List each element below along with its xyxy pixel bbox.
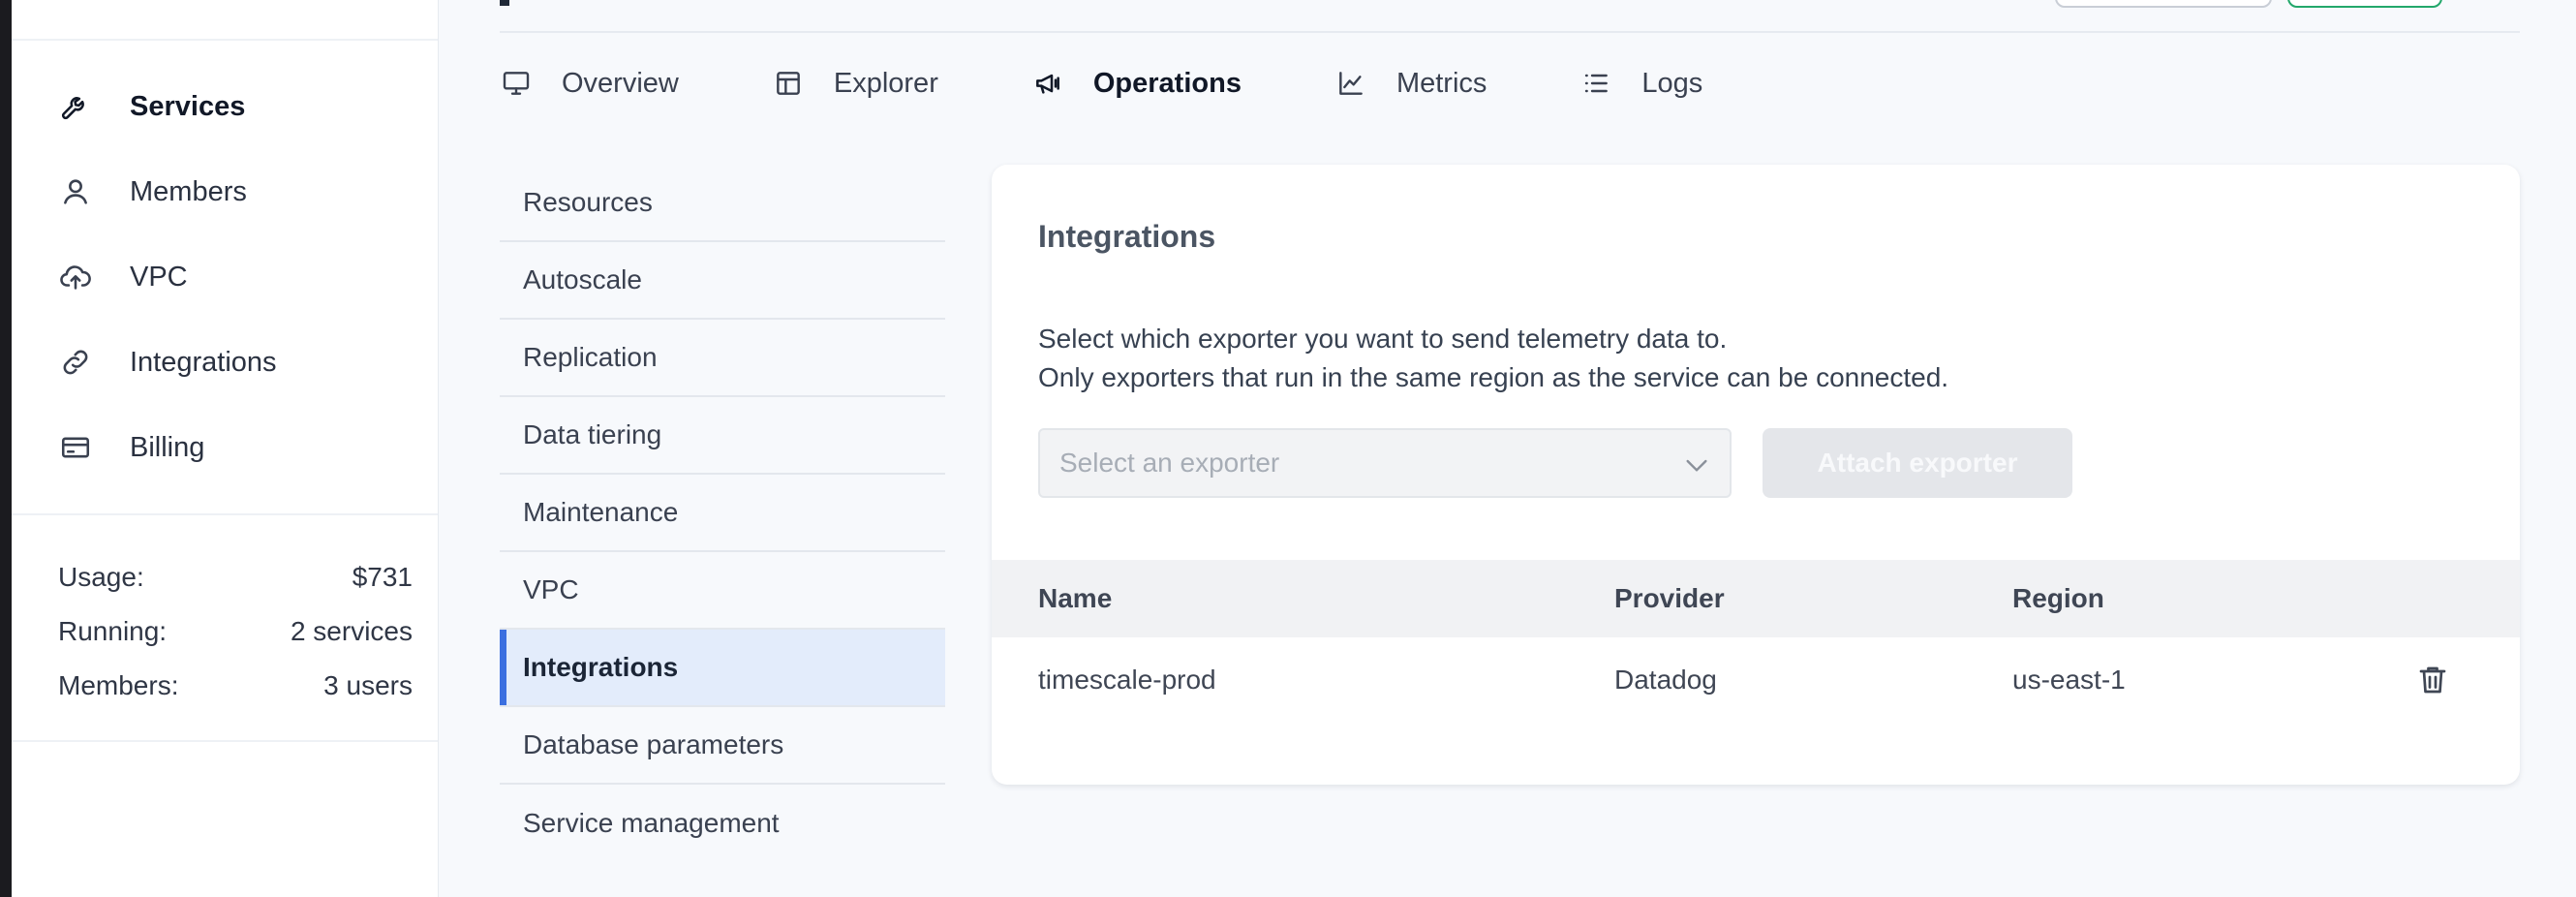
stat-running: Running: 2 services (58, 604, 413, 659)
link-icon (56, 343, 95, 382)
cell-name: timescale-prod (1038, 665, 1216, 695)
stat-label: Usage: (58, 562, 144, 592)
sidebar-item-services[interactable]: Services (12, 64, 438, 149)
sidebar-item-label: Integrations (130, 346, 277, 378)
layout-icon (772, 67, 805, 100)
sidebar-item-label: Services (130, 90, 246, 122)
list-icon (1579, 67, 1612, 100)
sidebar-divider (12, 513, 438, 515)
sidebar-item-billing[interactable]: Billing (12, 405, 438, 490)
cloud-upload-icon (56, 258, 95, 296)
exporter-select-placeholder: Select an exporter (1059, 448, 1280, 478)
exporter-select[interactable]: Select an exporter (1038, 428, 1732, 498)
window-edge (0, 0, 12, 897)
description-line: Select which exporter you want to send t… (1038, 324, 1728, 354)
tab-metrics[interactable]: Metrics (1334, 67, 1487, 100)
monitor-icon (500, 67, 533, 100)
tab-label: Operations (1092, 67, 1242, 99)
stat-members: Members: 3 users (58, 659, 413, 713)
tab-operations[interactable]: Operations (1031, 67, 1242, 100)
chevron-down-icon (1681, 449, 1712, 480)
stat-value: 3 users (323, 670, 413, 700)
sidebar-item-integrations[interactable]: Integrations (12, 320, 438, 405)
stat-value: 2 services (290, 616, 413, 646)
tab-label: Logs (1641, 67, 1703, 99)
wrench-icon (56, 87, 95, 126)
tab-explorer[interactable]: Explorer (772, 67, 938, 100)
sidebar-nav: Services Members VPC Integrations Billin… (12, 64, 438, 490)
service-tabs: Overview Explorer Operations Metrics Log… (500, 58, 1795, 108)
operations-submenu: Resources Autoscale Replication Data tie… (500, 165, 945, 862)
attach-exporter-button[interactable]: Attach exporter (1763, 428, 2072, 498)
sidebar-divider (12, 740, 438, 742)
stat-label: Members: (58, 670, 179, 700)
cell-region: us-east-1 (2012, 665, 2126, 695)
sidebar-item-label: VPC (130, 261, 188, 293)
sidebar-item-vpc[interactable]: VPC (12, 234, 438, 320)
table-header: Name Provider Region (992, 560, 2520, 637)
submenu-item-vpc[interactable]: VPC (500, 552, 945, 630)
submenu-item-data-tiering[interactable]: Data tiering (500, 397, 945, 475)
column-header-provider: Provider (1614, 583, 1725, 613)
integrations-card: Integrations Select which exporter you w… (992, 165, 2520, 785)
tab-logs[interactable]: Logs (1579, 67, 1702, 100)
header-divider (500, 31, 2520, 33)
stat-value: $731 (352, 562, 413, 592)
submenu-item-replication[interactable]: Replication (500, 320, 945, 397)
column-header-name: Name (1038, 583, 1113, 613)
line-chart-icon (1334, 67, 1367, 100)
submenu-item-service-management[interactable]: Service management (500, 785, 945, 862)
tab-label: Overview (562, 67, 679, 99)
sidebar-stats: Usage: $731 Running: 2 services Members:… (58, 550, 413, 713)
header-primary-button[interactable] (2287, 0, 2442, 8)
sidebar-item-members[interactable]: Members (12, 149, 438, 234)
trash-icon[interactable] (2415, 663, 2450, 697)
megaphone-icon (1031, 67, 1064, 100)
card-description: Select which exporter you want to send t… (1038, 320, 1948, 397)
tab-label: Metrics (1395, 67, 1487, 99)
submenu-item-autoscale[interactable]: Autoscale (500, 242, 945, 320)
user-icon (56, 172, 95, 211)
table-row: timescale-prod Datadog us-east-1 (992, 637, 2520, 723)
submenu-item-resources[interactable]: Resources (500, 165, 945, 242)
tab-label: Explorer (833, 67, 938, 99)
submenu-item-integrations[interactable]: Integrations (500, 630, 945, 707)
sidebar-item-label: Billing (130, 431, 205, 463)
card-title: Integrations (1038, 219, 1216, 254)
header-secondary-button[interactable] (2055, 0, 2272, 8)
sidebar-item-label: Members (130, 175, 247, 207)
credit-card-icon (56, 428, 95, 467)
column-header-region: Region (2012, 583, 2104, 613)
stat-label: Running: (58, 616, 168, 646)
sidebar: Services Members VPC Integrations Billin… (12, 0, 439, 897)
cell-provider: Datadog (1614, 665, 1717, 695)
submenu-item-database-parameters[interactable]: Database parameters (500, 707, 945, 785)
sidebar-top-divider (12, 39, 438, 41)
stat-usage: Usage: $731 (58, 550, 413, 604)
page-title-fragment (500, 0, 509, 6)
tab-overview[interactable]: Overview (500, 67, 679, 100)
submenu-item-maintenance[interactable]: Maintenance (500, 475, 945, 552)
description-line: Only exporters that run in the same regi… (1038, 362, 1949, 392)
